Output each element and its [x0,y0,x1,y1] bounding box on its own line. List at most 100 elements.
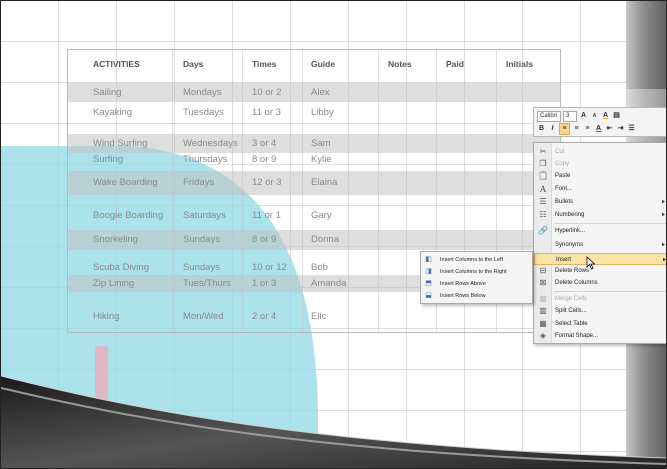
align-right-icon[interactable]: ≡ [583,124,592,134]
menu-item-cut[interactable]: ✂ Cut [534,146,666,158]
italic-button[interactable]: I [548,124,557,134]
menu-item-font[interactable]: A Font... [534,183,666,195]
column-header: Times [252,59,277,69]
menu-item-merge-cells[interactable]: ▦ Merge Cells [534,293,666,305]
delete-rows-icon: ⊟ [539,266,547,275]
powerpoint-slide-canvas: ACTIVITIES Days Times Guide Notes Paid I… [0,0,667,469]
insert-submenu: ◧ Insert Columns to the Left ◨ Insert Co… [420,251,533,304]
submenu-item-insert-columns-right[interactable]: ◨ Insert Columns to the Right [421,266,532,278]
insert-rows-below-icon: ⬓ [425,292,432,299]
submenu-item-insert-columns-left[interactable]: ◧ Insert Columns to the Left [421,254,532,266]
menu-item-bullets[interactable]: ☰ Bullets ▸ [534,196,666,208]
merge-cells-icon: ▦ [539,294,547,303]
format-shape-icon: ◈ [539,331,547,340]
menu-item-format-shape[interactable]: ◈ Format Shape... [534,330,666,342]
menu-item-label: Split Cells... [555,308,587,314]
paste-icon: 📋 [538,171,548,180]
outdent-icon[interactable]: ⇥ [616,124,625,134]
table-row[interactable]: Wake Boarding Fridays 12 or 3 Elaina [68,171,560,195]
submenu-item-label: Insert Columns to the Right [440,269,507,275]
table-row[interactable]: Boogie Boarding Saturdays 11 or 1 Gary [68,206,560,225]
align-center-icon[interactable]: ≡ [572,124,581,134]
column-header: Paid [446,59,464,69]
menu-item-paste[interactable]: 📋 Paste [534,170,666,182]
indent-icon[interactable]: ⇤ [605,124,614,134]
submenu-item-label: Insert Rows Above [440,281,486,287]
table-cell: Hiking [93,311,120,322]
highlight-button[interactable]: A [601,111,610,121]
submenu-item-insert-rows-above[interactable]: ⬒ Insert Rows Above [421,278,532,290]
table-row[interactable]: Hiking Mon/Wed 2 or 4 Elic [68,308,560,325]
menu-item-insert[interactable]: Insert ▸ [534,253,666,265]
insert-columns-right-icon: ◨ [425,268,432,275]
menu-item-label: Insert [556,257,572,263]
table-cell: Alex [311,87,330,98]
table-cell: 2 or 4 [252,311,277,322]
menu-item-label: Delete Rows [555,268,590,274]
table-cell: Gary [311,210,332,221]
menu-item-delete-rows[interactable]: ⊟ Delete Rows [534,265,666,277]
bold-button[interactable]: B [537,124,546,134]
table-cell: Sailing [93,87,122,98]
table-cell: 8 or 9 [252,234,277,245]
table-cell: Mon/Wed [183,311,224,322]
table-row[interactable]: Surfing Thursdays 8 or 9 Kylie [68,151,560,168]
menu-item-label: Merge Cells [555,296,588,302]
menu-item-label: Paste [555,173,571,179]
menu-item-label: Cut [555,149,565,155]
table-row[interactable]: Snorkeling Sundays 8 or 9 Donna [68,230,560,250]
copy-icon: ❐ [539,159,547,168]
insert-rows-above-icon: ⬒ [425,280,432,287]
menu-item-select-table[interactable]: ▦ Select Table [534,318,666,330]
scissors-icon: ✂ [539,147,547,156]
font-size-box[interactable]: 3 [563,110,577,122]
table-cell: Elic [311,311,327,322]
shrink-font-button[interactable]: A [590,111,599,121]
menu-item-label: Bullets [555,199,574,205]
font-name-box[interactable]: Calibri [537,110,561,122]
delete-columns-icon: ⊠ [539,278,547,287]
menu-item-label: Font... [555,186,573,192]
table-cell: Mondays [183,87,222,98]
bullets-icon[interactable]: ☰ [627,124,636,134]
table-cell: Kayaking [93,107,133,118]
menu-item-label: Format Shape... [555,333,599,339]
menu-item-delete-columns[interactable]: ⊠ Delete Columns [534,277,666,289]
table-cell: Wake Boarding [93,177,158,188]
menu-item-hyperlink[interactable]: 🔗 Hyperlink... [534,225,666,237]
grow-font-button[interactable]: A [579,111,588,121]
menu-item-split-cells[interactable]: ▥ Split Cells... [534,305,666,317]
table-row[interactable]: Sailing Mondays 10 or 2 Alex [68,83,560,102]
table-cell: 10 or 12 [252,262,287,273]
submenu-item-insert-rows-below[interactable]: ⬓ Insert Rows Below [421,290,532,302]
menu-item-label: Select Table [555,321,588,327]
table-cell: Snorkeling [93,234,138,245]
table-cell: Bob [311,262,328,273]
table-cell: 10 or 2 [252,87,282,98]
mouse-pointer-icon [586,256,596,270]
table-cell: Thursdays [183,154,228,165]
column-header: Days [183,59,204,69]
table-cell: 8 or 9 [252,154,277,165]
table-header-row: ACTIVITIES Days Times Guide Notes Paid I… [68,59,560,73]
submenu-item-label: Insert Columns to the Left [440,257,503,263]
table-cell: Tues/Thurs [183,278,231,289]
menu-item-synonyms[interactable]: Synonyms ▸ [534,239,666,251]
menu-item-numbering[interactable]: ☷ Numbering ▸ [534,209,666,221]
table-row[interactable]: Kayaking Tuesdays 11 or 3 Libby [68,103,560,122]
table-cell: Amanda [311,278,347,289]
table-cell: Kylie [311,154,332,165]
align-left-icon[interactable]: ≡ [559,123,570,135]
table-cell: Scuba Diving [93,262,149,273]
mini-formatting-toolbar: Calibri 3 A A A ▤ B I ≡ ≡ ≡ A ⇤ ⇥ ☰ [533,107,666,137]
menu-item-copy[interactable]: ❐ Copy [534,158,666,170]
submenu-arrow-icon: ▸ [662,242,666,248]
numbering-icon: ☷ [539,210,547,219]
context-menu: ✂ Cut ❐ Copy 📋 Paste A Font... ☰ Bullets… [533,142,666,344]
select-table-icon: ▦ [539,319,547,328]
font-color-button[interactable]: A [594,124,603,134]
table-cell: 11 or 3 [252,107,281,118]
submenu-arrow-icon: ▸ [662,212,666,218]
table-cell: Donna [311,234,339,245]
shape-fill-icon[interactable]: ▤ [612,111,621,121]
